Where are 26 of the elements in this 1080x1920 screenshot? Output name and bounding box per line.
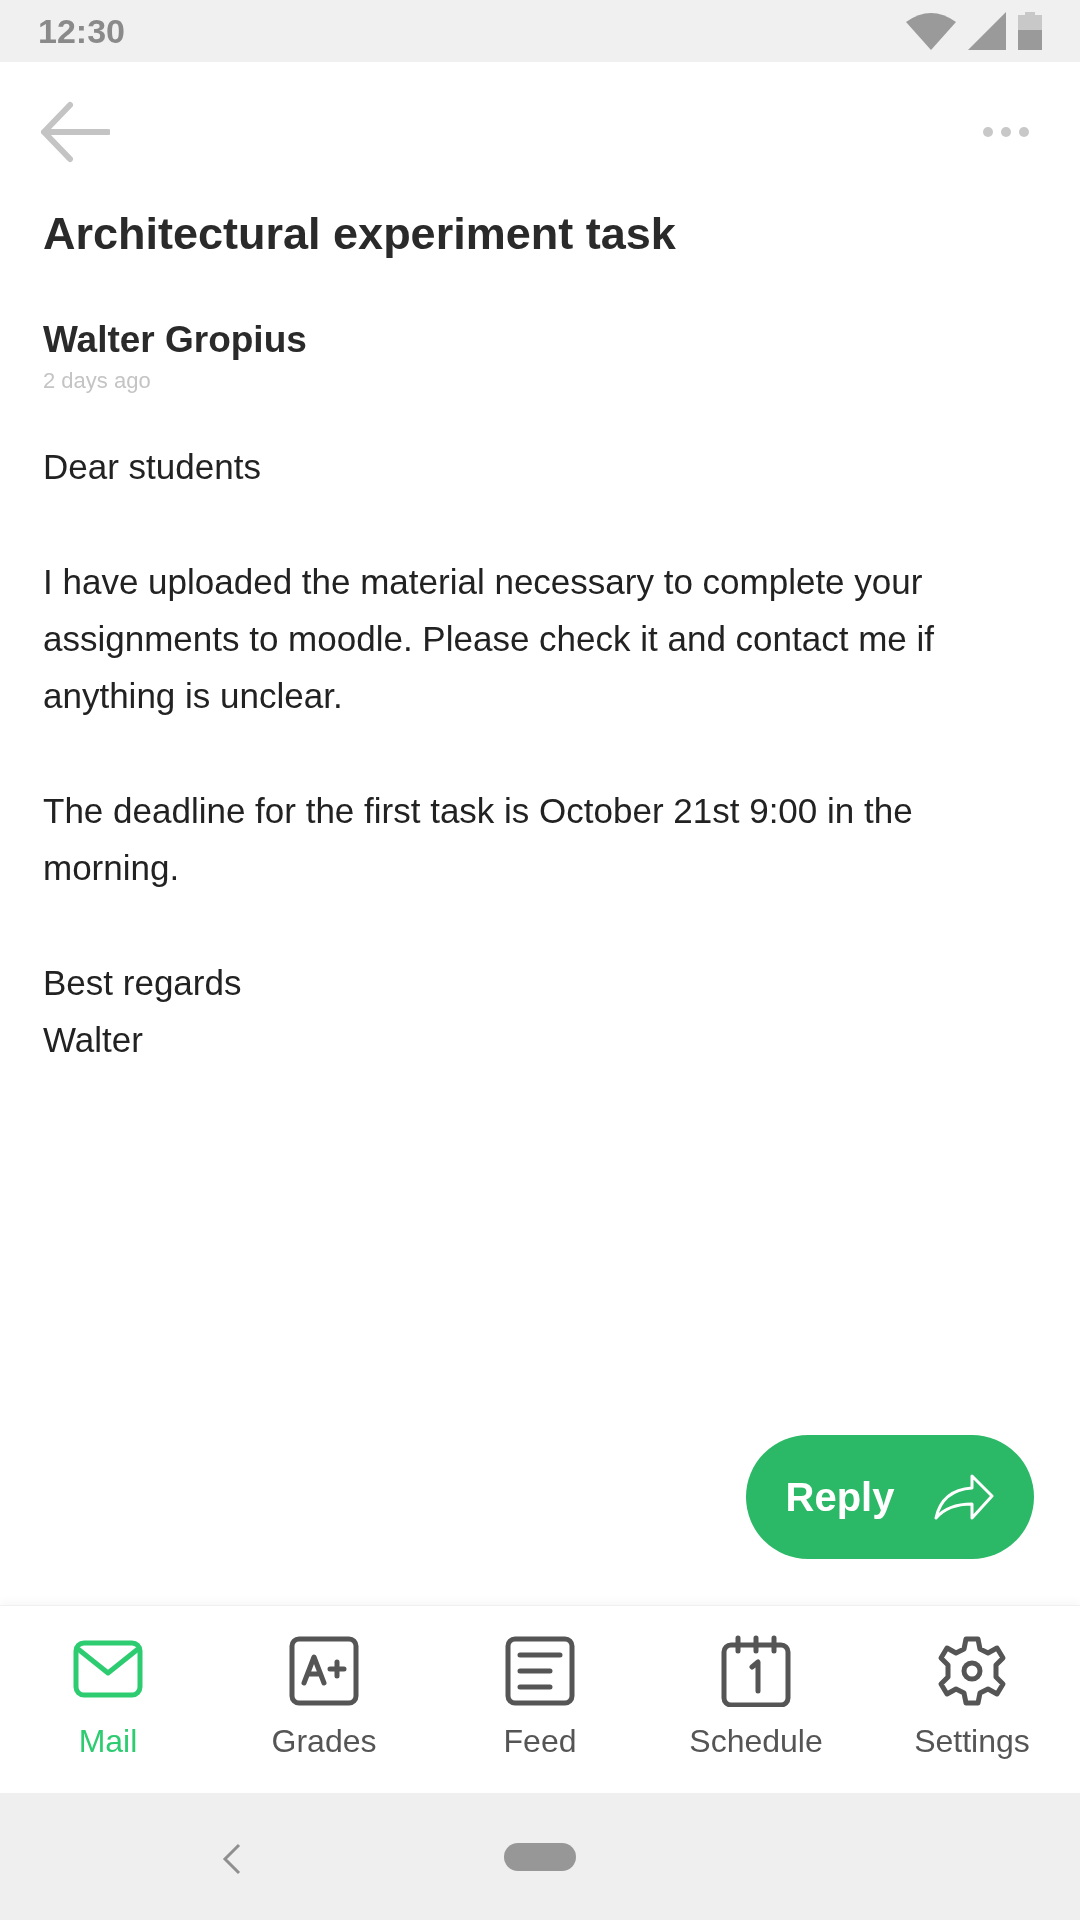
calendar-icon — [720, 1634, 792, 1707]
battery-icon — [1018, 12, 1042, 50]
nav-tab[interactable]: Schedule — [648, 1634, 864, 1765]
settings-icon — [936, 1634, 1008, 1707]
status-time: 12:30 — [38, 10, 125, 52]
message-paragraph: Dear students — [43, 446, 262, 488]
home-pill[interactable] — [504, 1842, 576, 1871]
more-options-button[interactable] — [982, 126, 1030, 138]
system-back-icon[interactable] — [222, 1843, 242, 1875]
message-paragraph: The deadline for the first task is October 21st 9:00 in the morning. — [43, 790, 914, 889]
nav-tab[interactable]: Feed — [432, 1634, 648, 1765]
back-button[interactable] — [40, 101, 110, 163]
forward-arrow-icon — [934, 1474, 995, 1520]
sender-name: Walter Gropius — [43, 318, 308, 362]
document-icon — [504, 1634, 576, 1707]
nav-tab[interactable]: Grades — [216, 1634, 432, 1765]
message-paragraph: I have uploaded the material necessary to complete your assignments to moodle. Please check it and contact me if anything is unclear. — [43, 561, 935, 717]
message-time: 2 days ago — [43, 367, 152, 395]
signal-icon — [968, 12, 1006, 50]
more-dots-icon — [982, 126, 1030, 138]
nav-tab[interactable]: Settings — [864, 1634, 1080, 1765]
grade-icon — [288, 1634, 360, 1707]
message-paragraph: Best regards Walter — [43, 962, 243, 1061]
wifi-icon — [906, 12, 956, 50]
back-arrow-icon — [40, 101, 110, 163]
message-title: Architectural experiment task — [43, 207, 677, 261]
